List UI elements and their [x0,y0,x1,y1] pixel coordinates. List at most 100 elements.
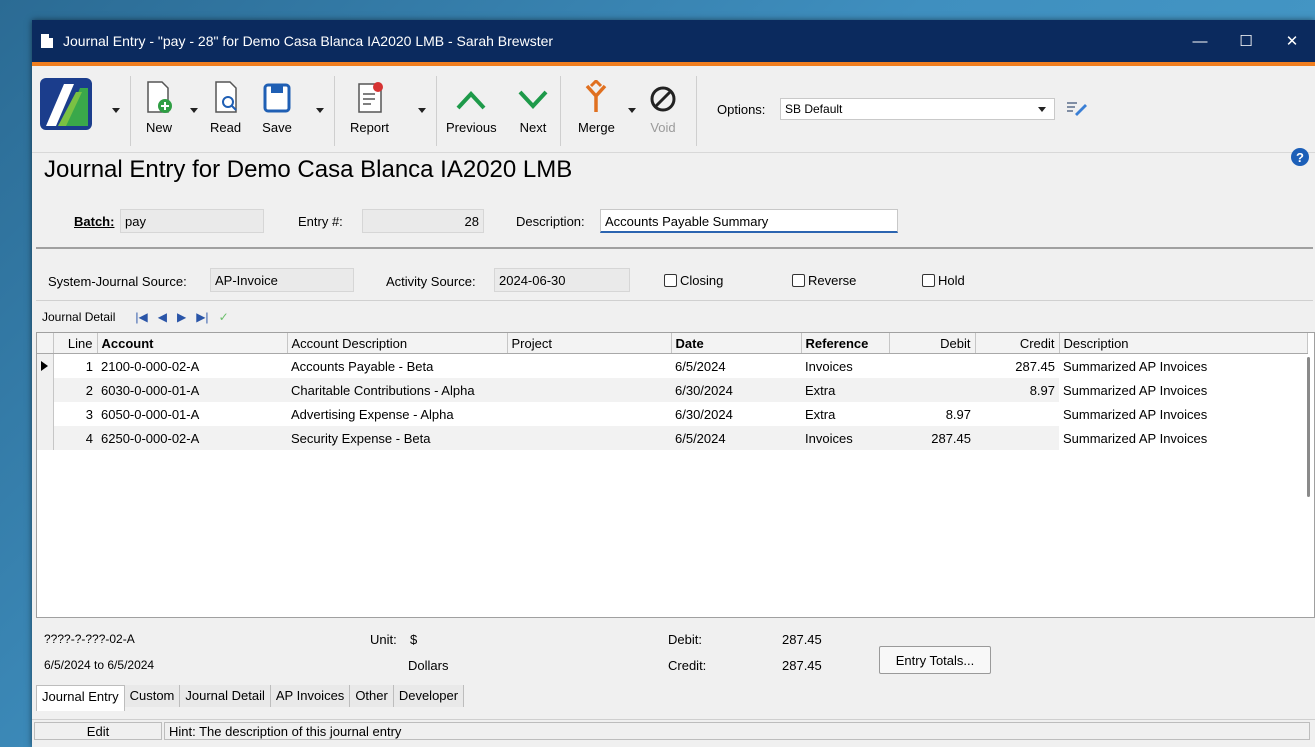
description-field[interactable]: Accounts Payable Summary [600,209,898,233]
cell-account-description[interactable]: Security Expense - Beta [287,426,507,450]
column-header-description[interactable]: Description [1059,333,1308,354]
row-selector[interactable] [37,426,54,450]
new-button[interactable]: New [144,78,174,135]
cell-line[interactable]: 1 [53,354,97,379]
cell-reference[interactable]: Extra [801,378,889,402]
cell-credit[interactable]: 287.45 [975,354,1059,379]
table-row[interactable]: 3 6050-0-000-01-A Advertising Expense - … [37,402,1307,426]
logo-dropdown-arrow[interactable] [112,108,120,113]
column-header-reference[interactable]: Reference [801,333,890,354]
save-dropdown-arrow[interactable] [316,108,324,113]
table-row[interactable]: 4 6250-0-000-02-A Security Expense - Bet… [37,426,1307,450]
merge-button[interactable]: Merge [578,78,615,135]
cell-debit[interactable] [889,378,975,402]
cell-account-description[interactable]: Advertising Expense - Alpha [287,402,507,426]
hold-checkbox[interactable]: Hold [922,273,965,288]
cell-credit[interactable]: 8.97 [975,378,1059,402]
row-selector[interactable] [37,353,54,378]
previous-label: Previous [446,120,497,135]
cell-account[interactable]: 6250-0-000-02-A [97,426,287,450]
status-hint: Hint: The description of this journal en… [164,722,1310,740]
cell-description[interactable]: Summarized AP Invoices [1059,426,1307,450]
cell-account-description[interactable]: Charitable Contributions - Alpha [287,378,507,402]
column-header-line[interactable]: Line [53,333,98,354]
debit-total-label: Debit: [668,632,702,647]
closing-label: Closing [680,273,724,288]
cell-reference[interactable]: Extra [801,402,889,426]
app-logo-button[interactable] [40,78,92,133]
next-record-icon[interactable]: ▶ [177,310,186,324]
cell-project[interactable] [507,426,671,450]
entry-totals-button[interactable]: Entry Totals... [879,646,991,674]
grid-scrollbar[interactable] [1307,357,1310,497]
cell-project[interactable] [507,378,671,402]
debit-total-value: 287.45 [782,632,822,647]
row-selector[interactable] [37,378,54,402]
cell-date[interactable]: 6/30/2024 [671,378,801,402]
tab-journal-entry[interactable]: Journal Entry [36,685,125,711]
cell-date[interactable]: 6/30/2024 [671,402,801,426]
cell-credit[interactable] [975,402,1059,426]
help-icon[interactable]: ? [1291,148,1309,166]
toolbar-separator [436,76,437,146]
new-dropdown-arrow[interactable] [190,108,198,113]
closing-checkbox[interactable]: Closing [664,273,723,288]
batch-field[interactable]: pay [120,209,264,233]
options-select[interactable]: SB Default [780,98,1055,120]
cell-debit[interactable]: 287.45 [889,426,975,450]
column-header-account[interactable]: Account [97,333,288,354]
cell-date[interactable]: 6/5/2024 [671,354,801,379]
cell-account[interactable]: 6030-0-000-01-A [97,378,287,402]
table-row[interactable]: 1 2100-0-000-02-A Accounts Payable - Bet… [37,353,1307,379]
cell-description[interactable]: Summarized AP Invoices [1059,402,1307,426]
tab-custom[interactable]: Custom [124,685,181,707]
cell-credit[interactable] [975,426,1059,450]
credit-total-value: 287.45 [782,658,822,673]
cell-description[interactable]: Summarized AP Invoices [1059,353,1307,378]
cell-reference[interactable]: Invoices [801,426,889,450]
void-button[interactable]: Void [648,78,678,135]
previous-record-icon[interactable]: ◀ [158,310,167,324]
cell-debit[interactable] [889,354,975,379]
cell-line[interactable]: 3 [53,402,97,426]
cell-line[interactable]: 4 [53,426,97,450]
column-header-account-description[interactable]: Account Description [287,333,508,354]
reverse-checkbox[interactable]: Reverse [792,273,856,288]
save-button[interactable]: Save [262,78,292,135]
column-header-date[interactable]: Date [671,333,802,354]
cell-reference[interactable]: Invoices [801,354,889,379]
minimize-button[interactable]: — [1177,20,1223,62]
tab-journal-detail[interactable]: Journal Detail [180,685,271,707]
cell-debit[interactable]: 8.97 [889,402,975,426]
column-header-debit[interactable]: Debit [889,333,976,354]
cell-date[interactable]: 6/5/2024 [671,426,801,450]
column-header-project[interactable]: Project [507,333,672,354]
cell-line[interactable]: 2 [53,378,97,402]
tab-other[interactable]: Other [350,685,394,707]
read-label: Read [210,120,242,135]
tab-developer[interactable]: Developer [393,685,465,707]
cell-account-description[interactable]: Accounts Payable - Beta [287,354,507,379]
edit-options-icon[interactable] [1065,100,1087,116]
last-record-icon[interactable]: ▶| [196,310,208,324]
entry-number-field[interactable]: 28 [362,209,484,233]
report-dropdown-arrow[interactable] [418,108,426,113]
row-selector[interactable] [37,402,54,426]
read-button[interactable]: Read [210,78,241,135]
cell-account[interactable]: 2100-0-000-02-A [97,354,287,379]
column-header-credit[interactable]: Credit [975,333,1060,354]
table-row[interactable]: 2 6030-0-000-01-A Charitable Contributio… [37,378,1307,402]
merge-dropdown-arrow[interactable] [628,108,636,113]
tab-ap-invoices[interactable]: AP Invoices [270,685,351,707]
first-record-icon[interactable]: |◀ [135,310,147,324]
cell-project[interactable] [507,402,671,426]
close-button[interactable]: ✕ [1269,20,1315,62]
cell-description[interactable]: Summarized AP Invoices [1059,378,1307,402]
cell-project[interactable] [507,354,671,379]
checkmark-icon[interactable]: ✓ [219,310,229,324]
next-button[interactable]: Next [516,78,550,135]
maximize-button[interactable]: ☐ [1223,20,1269,62]
cell-account[interactable]: 6050-0-000-01-A [97,402,287,426]
previous-button[interactable]: Previous [446,78,497,135]
report-button[interactable]: Report [350,78,389,135]
